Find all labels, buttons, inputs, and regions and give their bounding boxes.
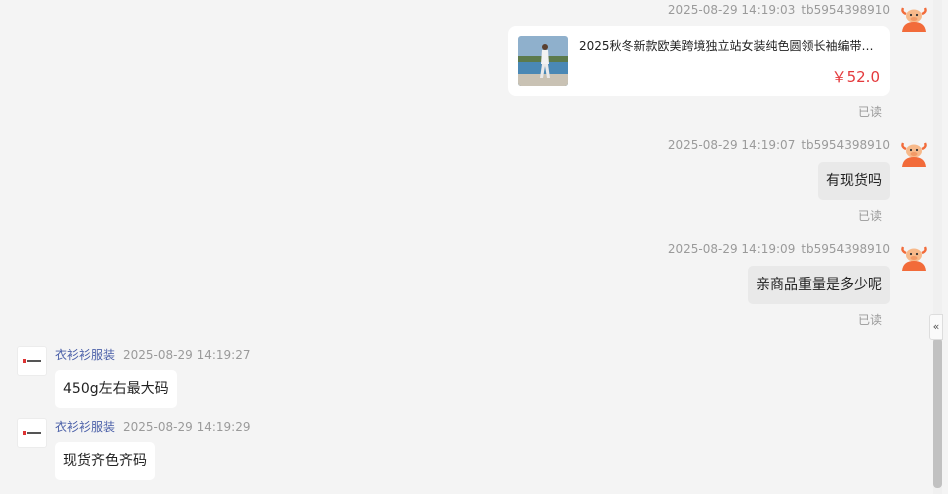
bull-mascot-avatar-icon[interactable] [899, 137, 929, 167]
shop-logo-icon[interactable] [17, 418, 47, 448]
message-meta: 2025-08-29 14:19:07 tb5954398910 [668, 138, 890, 152]
product-card[interactable]: 2025秋冬新款欧美跨境独立站女装纯色圆领长袖编带拼... ￥52.0 [508, 26, 890, 96]
message-time: 2025-08-29 14:19:07 [667, 138, 796, 152]
message-meta: 衣衫衫服装 2025-08-29 14:19:27 [55, 346, 250, 363]
message-meta: 衣衫衫服装 2025-08-29 14:19:29 [55, 418, 250, 435]
message-bubble[interactable]: 450g左右最大码 [55, 370, 177, 408]
shop-name[interactable]: 衣衫衫服装 [55, 348, 115, 362]
message-time: 2025-08-29 14:19:27 [123, 348, 251, 362]
message-time: 2025-08-29 14:19:09 [667, 242, 796, 256]
message-time: 2025-08-29 14:19:29 [123, 420, 251, 434]
product-title[interactable]: 2025秋冬新款欧美跨境独立站女装纯色圆领长袖编带拼... [579, 37, 879, 54]
read-status: 已读 [857, 209, 882, 223]
scrollbar-thumb[interactable] [933, 338, 942, 488]
product-price: ￥52.0 [831, 68, 880, 86]
read-status: 已读 [857, 105, 882, 119]
sender-id: tb5954398910 [801, 3, 890, 17]
sender-id: tb5954398910 [801, 242, 890, 256]
sender-id: tb5954398910 [801, 138, 890, 152]
read-status: 已读 [857, 313, 882, 327]
shop-logo-mark [23, 431, 41, 435]
bull-mascot-avatar-icon[interactable] [899, 241, 929, 271]
product-thumbnail[interactable] [518, 36, 568, 86]
double-chevron-left-icon[interactable]: « [929, 314, 943, 340]
message-meta: 2025-08-29 14:19:03 tb5954398910 [668, 3, 890, 17]
message-time: 2025-08-29 14:19:03 [667, 3, 796, 17]
message-meta: 2025-08-29 14:19:09 tb5954398910 [668, 242, 890, 256]
shop-logo-icon[interactable] [17, 346, 47, 376]
shop-name[interactable]: 衣衫衫服装 [55, 420, 115, 434]
message-bubble[interactable]: 有现货吗 [818, 162, 890, 200]
shop-logo-mark [23, 359, 41, 363]
bull-mascot-avatar-icon[interactable] [899, 2, 929, 32]
message-bubble[interactable]: 亲商品重量是多少呢 [748, 266, 890, 304]
message-bubble[interactable]: 现货齐色齐码 [55, 442, 155, 480]
